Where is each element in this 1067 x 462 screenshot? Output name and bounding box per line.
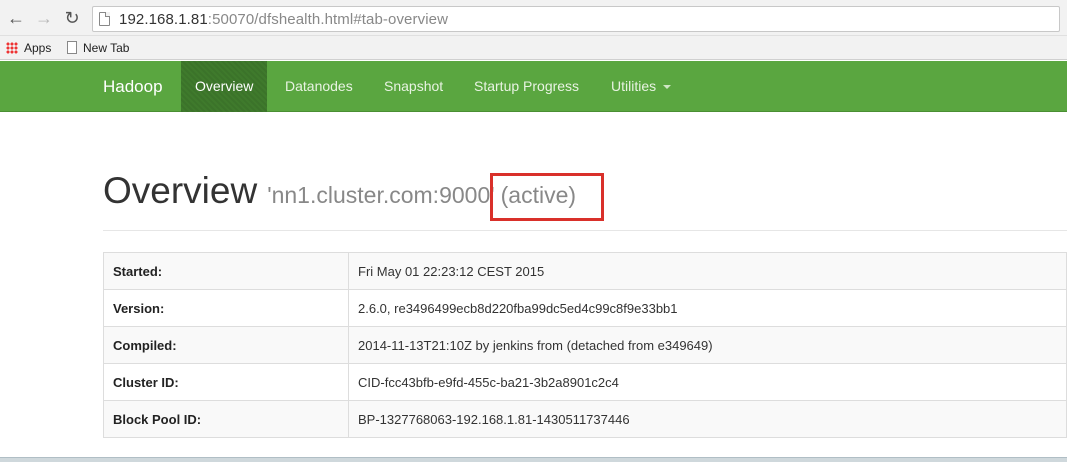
- overview-info-table: Started: Fri May 01 22:23:12 CEST 2015 V…: [103, 252, 1067, 438]
- window-bottom-edge: [0, 457, 1067, 462]
- browser-toolbar: ← → ↻ 192.168.1.81:50070/dfshealth.html#…: [0, 0, 1067, 36]
- row-label: Started:: [103, 252, 349, 290]
- nav-overview[interactable]: Overview: [181, 61, 268, 112]
- back-arrow-icon[interactable]: ←: [6, 8, 26, 28]
- caret-down-icon: [663, 85, 672, 89]
- nav-snapshot[interactable]: Snapshot: [384, 61, 443, 112]
- row-label: Compiled:: [103, 326, 349, 364]
- document-icon: [67, 41, 77, 54]
- table-row: Started: Fri May 01 22:23:12 CEST 2015: [103, 252, 1067, 290]
- bookmark-new-tab-label: New Tab: [83, 41, 130, 55]
- url-path: :50070/dfshealth.html#tab-overview: [207, 11, 449, 28]
- divider: [103, 230, 1067, 231]
- nav-startup-progress[interactable]: Startup Progress: [474, 61, 579, 112]
- table-row: Cluster ID: CID-fcc43bfb-e9fd-455c-ba21-…: [103, 363, 1067, 401]
- namenode-host: 'nn1.cluster.com:9000': [267, 182, 495, 208]
- forward-arrow-icon[interactable]: →: [34, 8, 54, 28]
- address-bar[interactable]: 192.168.1.81:50070/dfshealth.html#tab-ov…: [92, 6, 1060, 32]
- hadoop-navbar: Hadoop Overview Datanodes Snapshot Start…: [0, 61, 1067, 112]
- apps-grid-icon: [6, 42, 18, 54]
- nav-utilities[interactable]: Utilities: [611, 61, 672, 112]
- bookmark-new-tab[interactable]: New Tab: [67, 39, 129, 57]
- brand-link[interactable]: Hadoop: [103, 77, 163, 97]
- table-row: Compiled: 2014-11-13T21:10Z by jenkins f…: [103, 326, 1067, 364]
- table-row: Version: 2.6.0, re3496499ecb8d220fba99dc…: [103, 289, 1067, 327]
- url-text[interactable]: 192.168.1.81:50070/dfshealth.html#tab-ov…: [119, 11, 448, 28]
- row-label: Cluster ID:: [103, 363, 349, 401]
- row-value: 2.6.0, re3496499ecb8d220fba99dc5ed4c99c8…: [348, 289, 1067, 327]
- row-value: CID-fcc43bfb-e9fd-455c-ba21-3b2a8901c2c4: [348, 363, 1067, 401]
- page: ← → ↻ 192.168.1.81:50070/dfshealth.html#…: [0, 0, 1067, 462]
- status-highlight-box: [490, 173, 604, 221]
- row-label: Version:: [103, 289, 349, 327]
- page-title: Overview: [103, 170, 258, 211]
- nav-utilities-label: Utilities: [611, 78, 657, 94]
- row-value: BP-1327768063-192.168.1.81-1430511737446: [348, 400, 1067, 438]
- row-value: 2014-11-13T21:10Z by jenkins from (detac…: [348, 326, 1067, 364]
- bookmark-apps[interactable]: Apps: [6, 39, 51, 57]
- url-host: 192.168.1.81: [119, 11, 208, 28]
- page-icon: [99, 12, 110, 26]
- row-value: Fri May 01 22:23:12 CEST 2015: [348, 252, 1067, 290]
- bookmark-apps-label: Apps: [24, 41, 52, 55]
- bookmarks-bar: Apps New Tab: [0, 36, 1067, 60]
- row-label: Block Pool ID:: [103, 400, 349, 438]
- table-row: Block Pool ID: BP-1327768063-192.168.1.8…: [103, 400, 1067, 438]
- reload-icon[interactable]: ↻: [62, 8, 82, 28]
- nav-datanodes[interactable]: Datanodes: [285, 61, 353, 112]
